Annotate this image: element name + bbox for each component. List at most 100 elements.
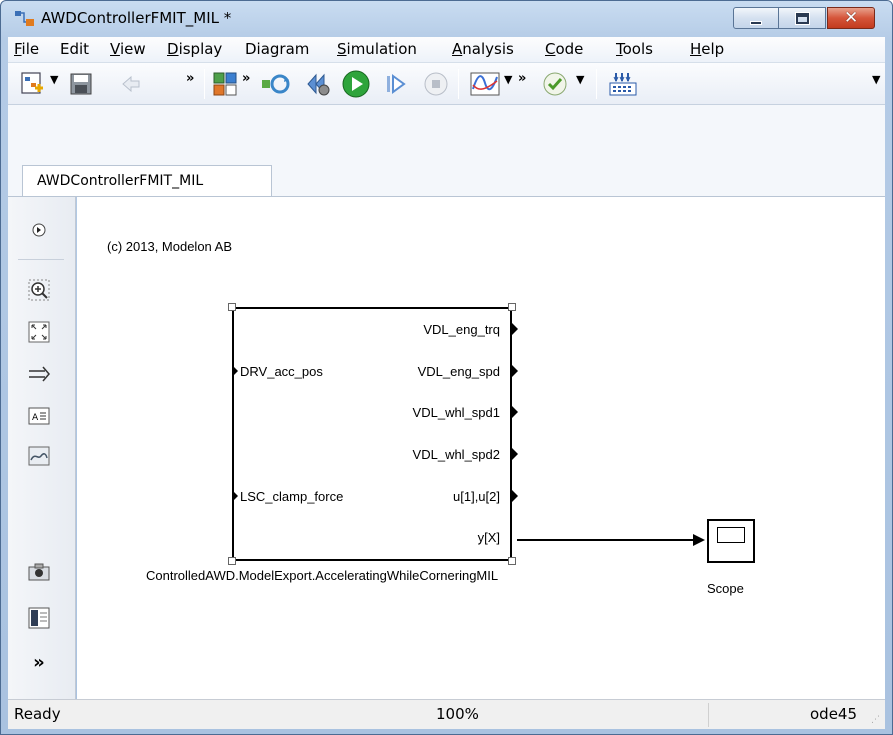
chevron-down-icon[interactable]: ▼ bbox=[504, 73, 512, 86]
text-annotation-icon: A bbox=[28, 407, 50, 425]
toolbar: ▼ » » ▼ » ▼ ▼ bbox=[8, 63, 885, 105]
signal-arrowhead bbox=[693, 534, 705, 546]
minimize-button[interactable] bbox=[733, 7, 779, 29]
minimize-icon bbox=[750, 21, 762, 25]
image-icon bbox=[28, 446, 50, 466]
refresh-diagram-icon bbox=[262, 74, 290, 94]
title-bar: AWDControllerFMIT_MIL * ✕ bbox=[1, 1, 892, 37]
chevron-down-icon[interactable]: ▼ bbox=[872, 73, 880, 86]
back-button[interactable] bbox=[116, 69, 146, 99]
output-port-label: VDL_eng_trq bbox=[423, 322, 500, 337]
property-inspector-button[interactable] bbox=[26, 605, 52, 631]
output-port-arrow[interactable] bbox=[512, 323, 518, 335]
menu-tools[interactable]: Tools bbox=[616, 40, 653, 58]
fmu-block[interactable]: DRV_acc_pos LSC_clamp_force VDL_eng_trq … bbox=[228, 303, 518, 565]
update-diagram-button[interactable] bbox=[261, 69, 291, 99]
input-port-label: DRV_acc_pos bbox=[240, 364, 323, 379]
image-button[interactable] bbox=[26, 443, 52, 469]
output-port-arrow[interactable] bbox=[512, 490, 518, 502]
output-port-arrow[interactable] bbox=[512, 365, 518, 377]
menu-edit[interactable]: Edit bbox=[60, 40, 89, 58]
step-forward-icon bbox=[387, 74, 406, 94]
property-inspector-icon bbox=[28, 607, 50, 629]
resize-grip-icon[interactable]: ⋰ bbox=[871, 715, 881, 725]
tab-strip: AWDControllerFMIT_MIL bbox=[8, 105, 885, 197]
scope-screen-icon bbox=[717, 527, 745, 543]
model-advisor-button[interactable] bbox=[540, 69, 570, 99]
expand-palette-icon[interactable]: » bbox=[26, 649, 52, 675]
explorer-toggle-icon bbox=[32, 223, 46, 237]
model-canvas[interactable]: (c) 2013, Modelon AB DRV_acc_pos LSC_cla… bbox=[77, 197, 885, 699]
screenshot-button[interactable] bbox=[26, 559, 52, 585]
resize-handle[interactable] bbox=[508, 557, 516, 565]
menu-analysis[interactable]: Analysis bbox=[452, 40, 514, 58]
copyright-annotation: (c) 2013, Modelon AB bbox=[107, 239, 233, 254]
resize-handle[interactable] bbox=[508, 303, 516, 311]
zoom-button[interactable] bbox=[26, 277, 52, 303]
signal-line[interactable] bbox=[517, 539, 693, 541]
save-button[interactable] bbox=[66, 69, 96, 99]
output-port-arrow[interactable] bbox=[512, 406, 518, 418]
step-forward-button[interactable] bbox=[381, 69, 411, 99]
menu-view[interactable]: View bbox=[110, 40, 146, 58]
menu-simulation[interactable]: Simulation bbox=[337, 40, 417, 58]
build-button[interactable] bbox=[608, 69, 638, 99]
step-back-button[interactable] bbox=[303, 69, 333, 99]
stop-icon bbox=[424, 72, 448, 96]
simulation-data-inspector-button[interactable] bbox=[470, 69, 500, 99]
tab-awdcontrollerfmit-mil[interactable]: AWDControllerFMIT_MIL bbox=[22, 165, 272, 197]
annotation-button[interactable]: A bbox=[26, 403, 52, 429]
toolbar-more-icon[interactable]: » bbox=[242, 71, 250, 86]
svg-text:A: A bbox=[32, 413, 39, 423]
camera-icon bbox=[28, 563, 50, 581]
menu-diagram[interactable]: Diagram bbox=[245, 40, 309, 58]
resize-handle[interactable] bbox=[228, 303, 236, 311]
window-title: AWDControllerFMIT_MIL * bbox=[41, 9, 232, 27]
chevron-down-icon[interactable]: ▼ bbox=[50, 73, 58, 86]
solver-name[interactable]: ode45 bbox=[810, 705, 857, 723]
fit-to-view-icon bbox=[28, 321, 50, 343]
fit-to-view-button[interactable] bbox=[26, 319, 52, 345]
hide-explorer-button[interactable] bbox=[26, 217, 52, 243]
zoom-level: 100% bbox=[436, 705, 479, 723]
scope-label[interactable]: Scope bbox=[707, 581, 744, 596]
build-icon bbox=[609, 73, 637, 96]
simulink-model-icon bbox=[15, 11, 34, 26]
play-icon bbox=[342, 70, 370, 98]
toolbar-more-icon[interactable]: » bbox=[186, 71, 194, 86]
menu-code[interactable]: Code bbox=[545, 40, 583, 58]
new-model-icon bbox=[21, 72, 43, 94]
status-bar: Ready 100% ode45 ⋰ bbox=[8, 699, 885, 729]
menu-file[interactable]: File bbox=[14, 40, 39, 58]
signal-line-button[interactable] bbox=[26, 361, 52, 387]
step-back-icon bbox=[307, 73, 330, 96]
menu-display[interactable]: Display bbox=[167, 40, 222, 58]
menu-bar: File Edit View Display Diagram Simulatio… bbox=[8, 37, 885, 63]
chevron-down-icon[interactable]: ▼ bbox=[576, 73, 584, 86]
status-state: Ready bbox=[14, 705, 61, 723]
stop-button[interactable] bbox=[421, 69, 451, 99]
new-model-button[interactable] bbox=[18, 69, 48, 99]
block-name-label[interactable]: ControlledAWD.ModelExport.AcceleratingWh… bbox=[146, 568, 498, 583]
library-browser-button[interactable] bbox=[210, 69, 240, 99]
close-icon: ✕ bbox=[844, 8, 859, 28]
scope-block[interactable] bbox=[707, 519, 755, 563]
back-arrow-icon bbox=[122, 75, 140, 93]
menu-help[interactable]: Help bbox=[690, 40, 724, 58]
save-icon bbox=[70, 73, 92, 95]
output-port-arrow[interactable] bbox=[512, 448, 518, 460]
maximize-button[interactable] bbox=[778, 7, 826, 29]
close-button[interactable]: ✕ bbox=[827, 7, 875, 29]
library-browser-icon bbox=[213, 72, 237, 96]
maximize-icon bbox=[795, 12, 810, 25]
tab-label: AWDControllerFMIT_MIL bbox=[37, 173, 204, 189]
input-port-arrow[interactable] bbox=[232, 365, 238, 377]
data-inspector-icon bbox=[470, 72, 500, 96]
input-port-label: LSC_clamp_force bbox=[240, 489, 344, 504]
input-port-arrow[interactable] bbox=[232, 490, 238, 502]
output-port-label: VDL_whl_spd2 bbox=[412, 447, 500, 462]
resize-handle[interactable] bbox=[228, 557, 236, 565]
run-button[interactable] bbox=[341, 69, 371, 99]
toolbar-more-icon[interactable]: » bbox=[518, 71, 526, 86]
arrow-line-icon bbox=[29, 366, 50, 382]
